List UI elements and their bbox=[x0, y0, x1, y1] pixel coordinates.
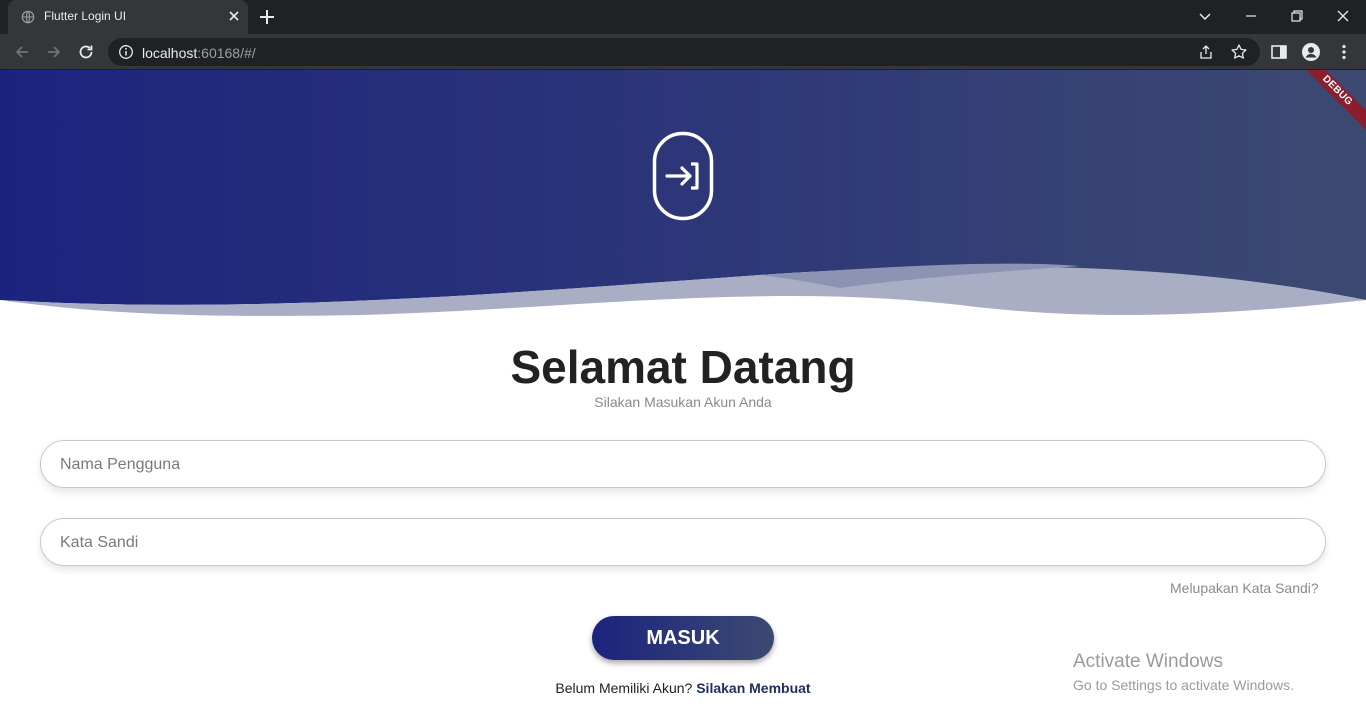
address-bar[interactable]: localhost:60168/#/ bbox=[108, 38, 1260, 66]
back-icon[interactable] bbox=[12, 42, 32, 62]
password-input[interactable] bbox=[60, 531, 1300, 555]
username-field[interactable] bbox=[40, 440, 1326, 488]
reload-icon[interactable] bbox=[76, 42, 96, 62]
globe-icon bbox=[21, 10, 35, 24]
app-viewport: DEBUG Selamat Datang Silakan Masukan Aku… bbox=[0, 70, 1366, 728]
activate-windows-title: Activate Windows bbox=[1073, 651, 1223, 672]
side-panel-icon[interactable] bbox=[1269, 42, 1289, 62]
browser-tab-strip: Flutter Login UI bbox=[0, 0, 1366, 34]
activate-windows-subtitle: Go to Settings to activate Windows. bbox=[1073, 677, 1294, 693]
browser-toolbar: localhost:60168/#/ bbox=[0, 34, 1366, 70]
url-host: localhost bbox=[142, 45, 198, 61]
tab-search-chevron-icon[interactable] bbox=[1195, 6, 1215, 26]
register-link[interactable]: Silakan Membuat bbox=[696, 680, 810, 696]
menu-kebab-icon[interactable] bbox=[1334, 42, 1354, 62]
register-prompt: Belum Memiliki Akun? bbox=[555, 680, 693, 696]
profile-avatar-icon[interactable] bbox=[1301, 42, 1321, 62]
site-info-icon[interactable] bbox=[118, 44, 134, 60]
new-tab-icon[interactable] bbox=[258, 8, 276, 26]
forgot-password-link[interactable]: Melupakan Kata Sandi? bbox=[1170, 580, 1319, 596]
forward-icon[interactable] bbox=[44, 42, 64, 62]
welcome-subtitle: Silakan Masukan Akun Anda bbox=[594, 394, 772, 410]
login-arrow-icon bbox=[652, 131, 714, 221]
browser-tab[interactable]: Flutter Login UI bbox=[8, 0, 248, 34]
username-input[interactable] bbox=[60, 453, 1300, 477]
tab-title: Flutter Login UI bbox=[44, 9, 127, 23]
bookmark-star-icon[interactable] bbox=[1230, 43, 1248, 61]
close-tab-icon[interactable] bbox=[226, 8, 242, 24]
login-button[interactable]: MASUK bbox=[592, 616, 774, 660]
url-path: :60168/#/ bbox=[197, 45, 256, 61]
restore-icon[interactable] bbox=[1287, 6, 1307, 26]
password-field[interactable] bbox=[40, 518, 1326, 566]
close-window-icon[interactable] bbox=[1333, 6, 1353, 26]
welcome-title: Selamat Datang bbox=[510, 341, 856, 393]
minimize-icon[interactable] bbox=[1241, 6, 1261, 26]
share-icon[interactable] bbox=[1198, 44, 1214, 60]
url-text: localhost:60168/#/ bbox=[142, 45, 256, 61]
activate-windows-watermark: Activate Windows Go to Settings to activ… bbox=[1073, 651, 1294, 693]
